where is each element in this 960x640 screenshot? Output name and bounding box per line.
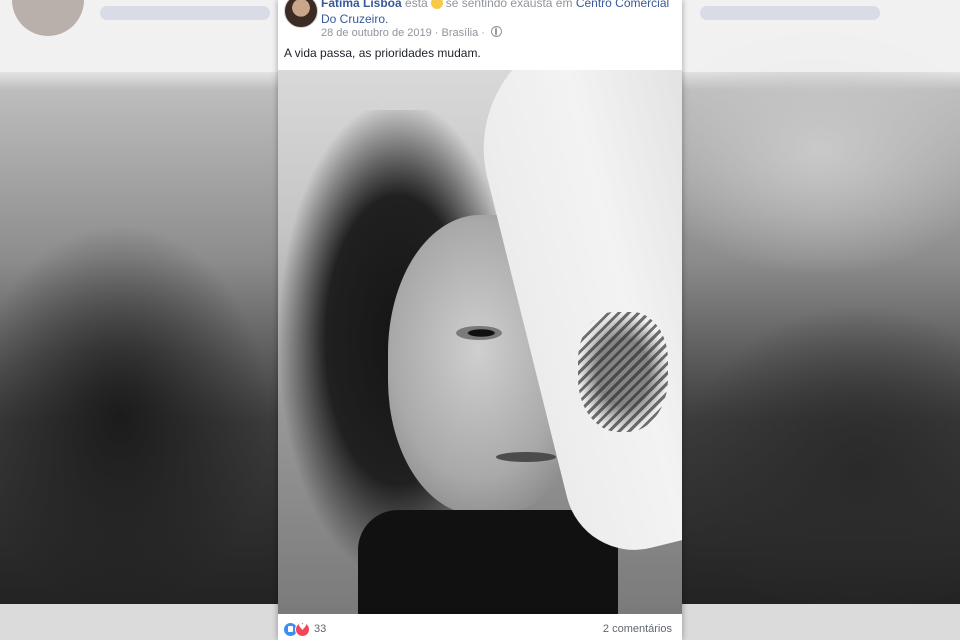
feeling-text: se sentindo exausta em — [445, 0, 573, 10]
tired-emoji-icon — [430, 0, 443, 9]
meta-separator-2: · — [481, 27, 485, 39]
meta-separator: · — [434, 27, 439, 39]
photo-mouth-shape — [496, 452, 556, 462]
reaction-count[interactable]: 33 — [314, 623, 326, 635]
post-caption: A vida passa, as prioridades mudam. — [284, 46, 481, 60]
comments-link[interactable]: 2 comentários — [603, 623, 672, 635]
author-avatar[interactable] — [284, 0, 318, 28]
post-meta: 28 de outubro de 2019 · Brasília · — [321, 26, 502, 40]
blurred-name-bar — [100, 6, 270, 20]
photo-shirt-shape — [358, 510, 618, 614]
post-location[interactable]: Brasília — [442, 27, 479, 39]
post-date[interactable]: 28 de outubro de 2019 — [321, 27, 432, 39]
post-photo[interactable] — [278, 70, 682, 614]
post-card: Fatima Lisboa está se sentindo exausta em… — [278, 0, 682, 640]
post-footer: 33 2 comentários — [278, 614, 682, 640]
tattoo-icon — [578, 312, 668, 432]
photo-eye-shape — [456, 326, 502, 340]
blurred-link-bar — [700, 6, 880, 20]
love-reaction-icon[interactable] — [295, 622, 310, 637]
globe-icon[interactable] — [491, 26, 502, 37]
author-name[interactable]: Fatima Lisboa — [321, 0, 402, 10]
feeling-prefix: está — [405, 0, 428, 10]
post-author-line: Fatima Lisboa está se sentindo exausta em… — [321, 0, 677, 27]
post-header: Fatima Lisboa está se sentindo exausta em… — [278, 0, 682, 40]
